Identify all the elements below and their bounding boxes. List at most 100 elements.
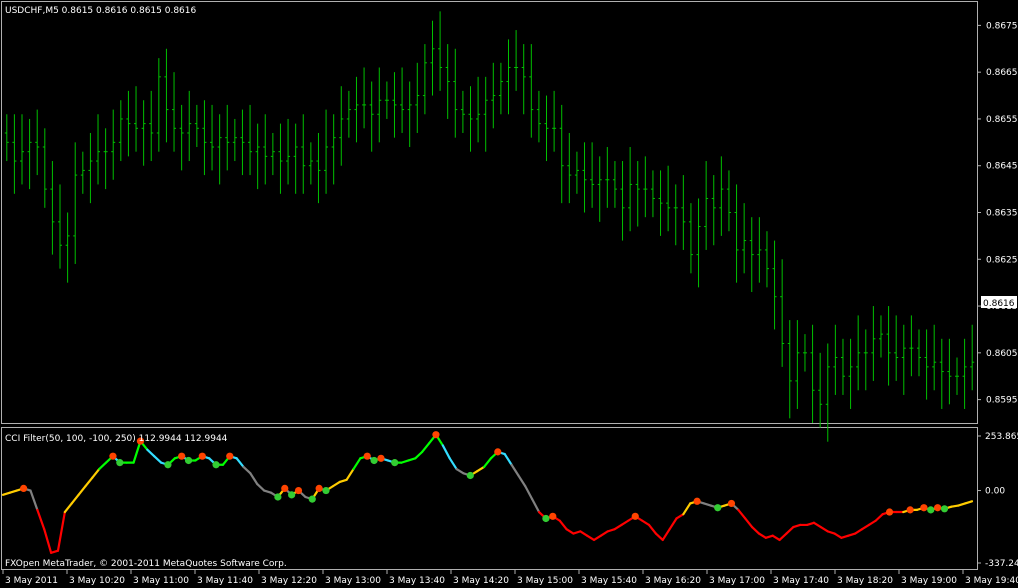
ohlc-bar — [103, 128, 108, 190]
cci-segment — [84, 476, 94, 488]
cci-segment — [661, 528, 671, 542]
time-axis: 3 May 2011 3 May 10:20 3 May 11:00 3 May 11… — [2, 570, 1018, 586]
ohlc-bar — [916, 329, 921, 377]
ohlc-bar — [240, 109, 245, 176]
ohlc-bar — [704, 161, 709, 250]
ohlc-bar — [574, 151, 579, 194]
ohlc-bar — [970, 324, 975, 391]
ohlc-bar — [407, 81, 412, 148]
ohlc-bar — [901, 324, 906, 395]
ohlc-bar — [552, 90, 557, 152]
ohlc-bar — [430, 20, 435, 96]
cci-sell-dot — [178, 452, 186, 460]
ohlc-bar — [681, 175, 686, 250]
cci-buy-dot — [212, 461, 220, 469]
ohlc-bar — [476, 76, 481, 143]
ohlc-bar — [270, 132, 275, 176]
time-tick-label: 3 May 14:20 — [453, 576, 509, 586]
ohlc-bar — [96, 114, 101, 185]
cci-buy-dot — [940, 505, 949, 513]
cci-segment — [833, 532, 843, 539]
cci-segment — [641, 519, 651, 527]
cci-sell-dot — [198, 452, 206, 460]
ohlc-bar — [582, 142, 587, 213]
ohlc-bar — [346, 90, 351, 138]
ohlc-bar — [757, 217, 762, 283]
price-bars — [4, 11, 975, 442]
cci-segment — [36, 508, 46, 531]
ohlc-bar — [187, 90, 192, 162]
cci-sell-dot — [727, 499, 736, 508]
cci-axis: 253.865 0.00 -337.242 — [977, 432, 1018, 569]
time-tick-label: 3 May 13:40 — [389, 576, 445, 586]
ohlc-bar — [780, 259, 785, 367]
ohlc-bar — [164, 48, 169, 143]
time-tick-label: 3 May 18:20 — [837, 576, 893, 586]
mt4-chart-window[interactable]: 0.8675 0.8665 0.8655 0.8645 0.8635 0.8625 0.86… — [0, 0, 1018, 588]
ohlc-bar — [673, 184, 678, 246]
ohlc-bar — [194, 104, 199, 148]
cci-segment — [785, 525, 795, 535]
ohlc-bar — [453, 48, 458, 138]
cci-segment — [771, 534, 781, 542]
cci-sell-dot — [281, 484, 289, 492]
ohlc-bar — [787, 320, 792, 419]
ohlc-bar — [80, 151, 85, 194]
cci-segment — [668, 517, 678, 531]
cci-segment — [448, 457, 458, 471]
cci-segment — [153, 455, 163, 464]
price-axis: 0.8675 0.8665 0.8655 0.8645 0.8635 0.8625 0.86… — [977, 21, 1018, 406]
ohlc-bar — [316, 132, 321, 204]
time-tick-label: 3 May 16:20 — [645, 576, 701, 586]
cci-sell-dot — [20, 484, 28, 492]
ohlc-bar — [20, 114, 25, 185]
time-tick-label: 3 May 10:20 — [69, 576, 125, 586]
ohlc-bar — [149, 90, 154, 162]
ohlc-bar — [932, 324, 937, 391]
cci-sell-dot — [885, 508, 894, 516]
ohlc-bar — [141, 100, 146, 166]
price-tick-label: 0.8645 — [986, 162, 1018, 172]
ohlc-bar — [514, 30, 519, 91]
cci-segment — [854, 528, 864, 535]
ohlc-bar — [643, 156, 648, 218]
chart-canvas[interactable]: 0.8675 0.8665 0.8655 0.8645 0.8635 0.8625 0.86… — [0, 0, 1018, 588]
ohlc-bar — [225, 104, 230, 171]
ohlc-bar — [620, 161, 625, 241]
cci-segment — [647, 523, 657, 535]
ohlc-bar — [742, 203, 747, 274]
cci-segment — [56, 510, 66, 552]
ohlc-bar — [324, 109, 329, 194]
cci-buy-dot — [274, 493, 282, 501]
ohlc-bar — [232, 118, 237, 162]
cci-segment — [778, 532, 788, 542]
cci-segment — [819, 525, 829, 533]
cci-sell-dot — [934, 504, 942, 512]
ohlc-bar — [12, 114, 17, 194]
cci-segment — [249, 472, 259, 486]
cci-sell-dot — [363, 452, 371, 460]
ohlc-bar — [369, 81, 374, 152]
ohlc-bar — [384, 81, 389, 119]
cci-segment — [592, 534, 602, 542]
cci-sell-dot — [920, 504, 928, 512]
ohlc-bar — [362, 67, 367, 129]
time-tick-label: 3 May 19:00 — [901, 576, 957, 586]
cci-segment — [256, 482, 266, 492]
cci-segment — [579, 530, 589, 537]
ohlc-bar — [536, 90, 541, 143]
ohlc-bar — [400, 67, 405, 133]
ohlc-bar — [42, 128, 47, 208]
ohlc-bar — [612, 161, 617, 208]
price-tick-label: 0.8635 — [986, 209, 1018, 219]
ohlc-bar — [126, 90, 131, 157]
cci-segment — [750, 525, 761, 535]
ohlc-bar — [711, 175, 716, 246]
ohlc-bar — [863, 329, 868, 391]
price-tick-label: 0.8675 — [986, 21, 1018, 31]
cci-buy-dot — [164, 461, 172, 469]
cci-segment — [558, 519, 568, 531]
time-tick-label: 3 May 12:20 — [261, 576, 317, 586]
cci-segment — [43, 528, 53, 554]
ohlc-bar — [795, 320, 800, 409]
